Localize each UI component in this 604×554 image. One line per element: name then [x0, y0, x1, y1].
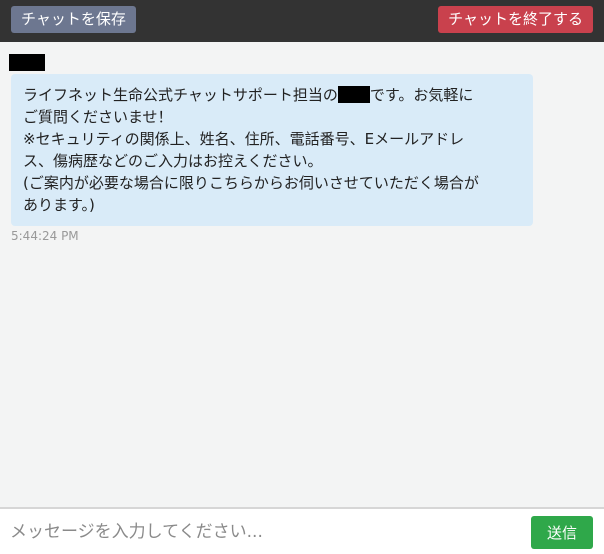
message-line: ご質問くださいませ！: [23, 108, 173, 126]
message-composer: 送信: [0, 509, 604, 554]
chat-messages[interactable]: ライフネット生命公式チャットサポート担当の です。お気軽に ご質問くださいませ！ …: [0, 42, 604, 507]
send-button[interactable]: 送信: [531, 516, 593, 549]
message-line: ライフネット生命公式チャットサポート担当の です。お気軽に: [23, 84, 521, 106]
message-line: (ご案内が必要な場合に限りこちらからお伺いさせていただく場合が: [23, 174, 479, 192]
agent-message-bubble: ライフネット生命公式チャットサポート担当の です。お気軽に ご質問くださいませ！ …: [11, 74, 533, 226]
message-text: ライフネット生命公式チャットサポート担当の: [23, 86, 338, 104]
redacted-agent-name: [337, 86, 370, 103]
message-timestamp: 5:44:24 PM: [11, 229, 79, 243]
message-line: ※セキュリティの関係上、姓名、住所、電話番号、Eメールアドレ: [23, 130, 465, 148]
chat-header: チャットを保存 チャットを終了する: [0, 0, 604, 42]
save-chat-button[interactable]: チャットを保存: [11, 6, 136, 33]
message-text: です。お気軽に: [369, 86, 474, 104]
agent-name-redacted: [9, 54, 45, 71]
message-line: あります。): [23, 196, 95, 214]
end-chat-button[interactable]: チャットを終了する: [438, 6, 593, 33]
message-line: ス、傷病歴などのご入力はお控えください。: [23, 152, 323, 170]
message-input[interactable]: [8, 515, 517, 549]
